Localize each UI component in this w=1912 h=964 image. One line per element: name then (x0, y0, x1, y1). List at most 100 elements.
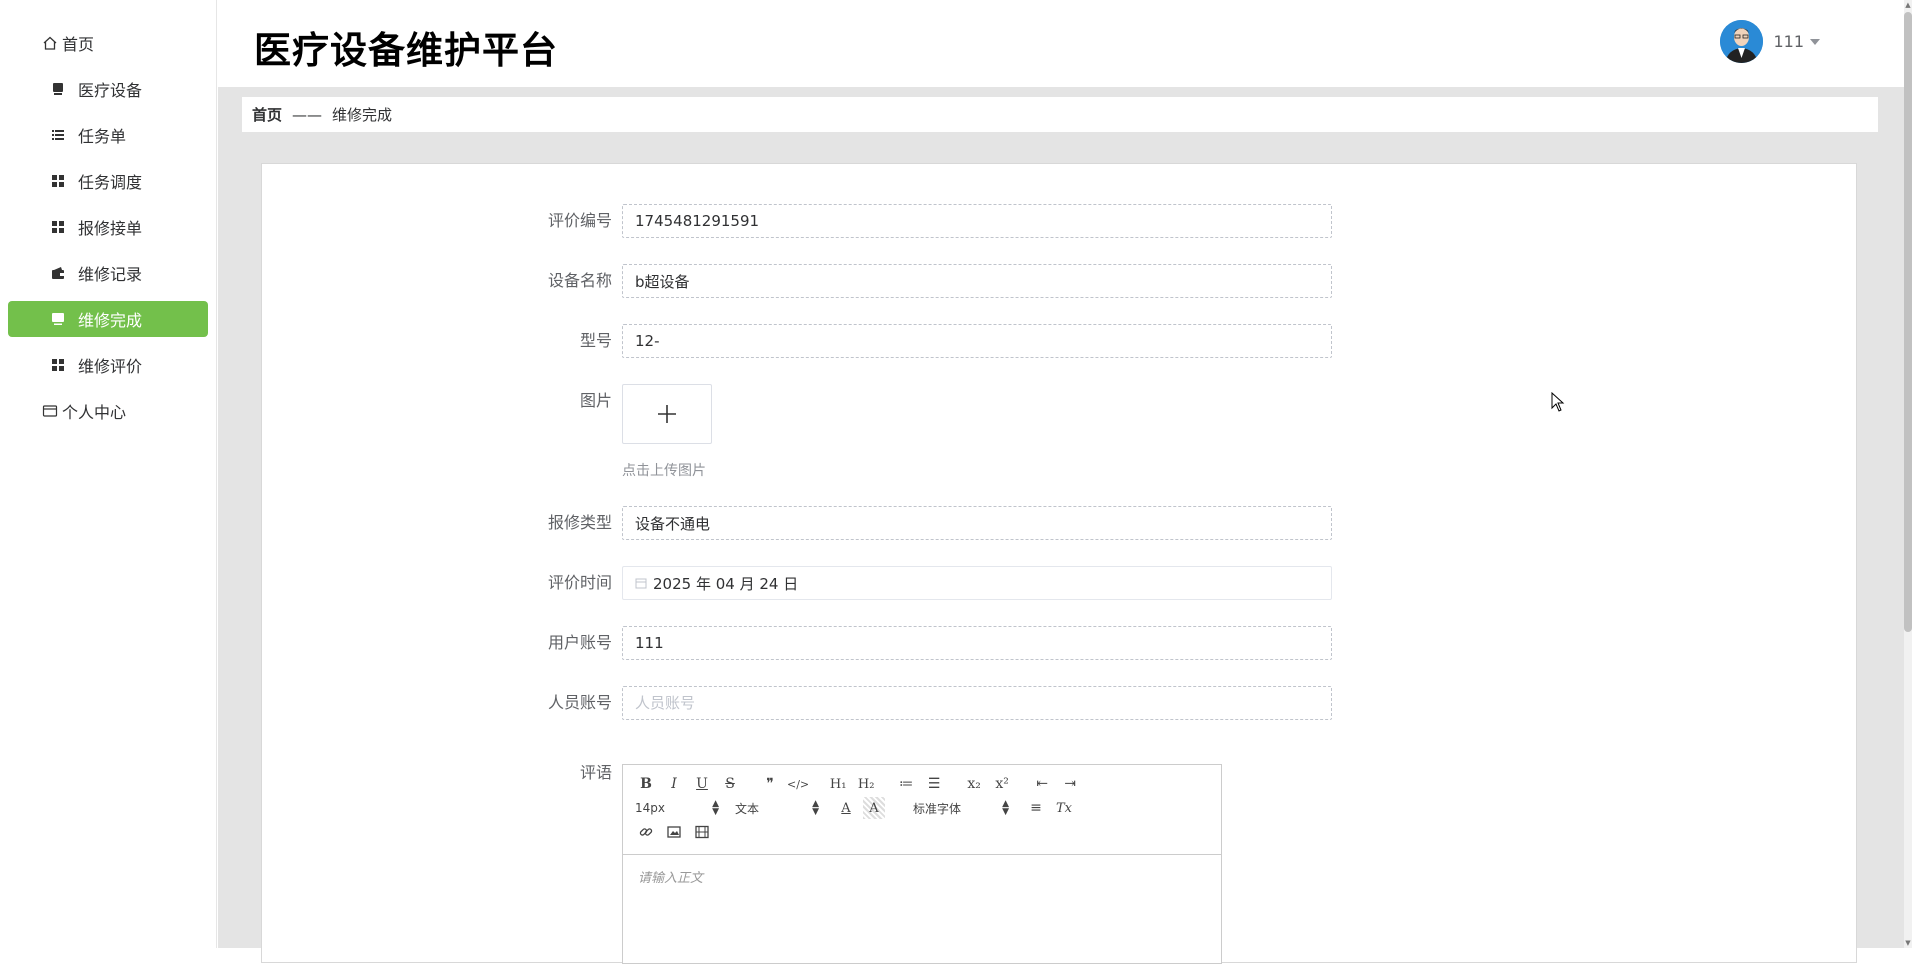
sidebar-item-label: 维修评价 (78, 357, 143, 376)
chevron-down-icon[interactable] (1810, 38, 1820, 45)
sidebar-item-dispatch[interactable]: 任务调度 (8, 163, 208, 199)
sidebar-item-label: 报修接单 (78, 219, 143, 238)
sidebar-item-label: 医疗设备 (78, 81, 143, 100)
underline-button[interactable]: U (691, 773, 713, 795)
image-upload-button[interactable] (622, 384, 712, 444)
h2-button[interactable]: H₂ (855, 773, 877, 795)
breadcrumb-separator: —— (292, 105, 323, 124)
outdent-button[interactable]: ⇤ (1031, 773, 1053, 795)
card-icon (42, 403, 58, 419)
superscript-button[interactable]: x² (991, 773, 1013, 795)
subscript-button[interactable]: x₂ (963, 773, 985, 795)
sidebar-item-label: 维修完成 (78, 311, 143, 330)
quote-button[interactable]: ❞ (759, 773, 781, 795)
sidebar-item-devices[interactable]: 医疗设备 (8, 71, 208, 107)
italic-button[interactable]: I (663, 773, 685, 795)
block-type-value: 文本 (735, 801, 760, 816)
ordered-list-button[interactable]: ≔ (895, 773, 917, 795)
align-button[interactable]: ≡ (1025, 797, 1047, 819)
user-name[interactable]: 111 (1773, 32, 1804, 51)
repair-type-label: 报修类型 (547, 513, 612, 532)
app-title: 医疗设备维护平台 (254, 29, 558, 72)
bullet-list-button[interactable]: ☰ (923, 773, 945, 795)
sidebar-item-label: 首页 (62, 35, 95, 54)
header: 医疗设备维护平台 111 (218, 0, 1912, 87)
image-label: 图片 (579, 391, 612, 410)
video-icon[interactable] (691, 821, 713, 843)
home-icon (42, 35, 58, 51)
sidebar-item-profile[interactable]: 个人中心 (8, 393, 208, 429)
grid-icon (50, 173, 66, 189)
editor-placeholder: 请输入正文 (638, 871, 704, 886)
breadcrumb: 首页 —— 维修完成 (242, 97, 1878, 132)
eval-time-value: 2025 年 04 月 24 日 (653, 574, 799, 593)
image-icon[interactable] (663, 821, 685, 843)
list-icon (50, 127, 66, 143)
eval-time-picker[interactable]: 2025 年 04 月 24 日 (622, 566, 1332, 600)
eval-no-label: 评价编号 (547, 211, 612, 230)
sidebar-item-orders[interactable]: 报修接单 (8, 209, 208, 245)
image-upload-hint: 点击上传图片 (622, 463, 706, 479)
sidebar-item-tasks[interactable]: 任务单 (8, 117, 208, 153)
editor-body[interactable]: 请输入正文 (623, 855, 1221, 898)
plus-icon (658, 405, 676, 423)
select-arrows-icon: ▲ ▼ (712, 799, 719, 817)
sidebar: 首页 医疗设备 任务单 任务调度 报修接单 维修记录 维修完成 维修评价 个人中… (0, 0, 217, 948)
block-type-select[interactable]: 文本 ▲ ▼ (735, 800, 819, 817)
sidebar-item-home[interactable]: 首页 (8, 25, 208, 61)
device-name-label: 设备名称 (547, 271, 612, 290)
model-label: 型号 (579, 331, 612, 350)
comment-label: 评语 (579, 763, 612, 782)
grid-icon (50, 357, 66, 373)
breadcrumb-home[interactable]: 首页 (252, 104, 282, 125)
code-button[interactable]: </> (787, 773, 809, 795)
strike-button[interactable]: S (719, 773, 741, 795)
model-input[interactable] (622, 324, 1332, 358)
bold-button[interactable]: B (635, 773, 657, 795)
breadcrumb-current: 维修完成 (332, 106, 393, 124)
scroll-up-icon[interactable]: ▲ (1904, 0, 1912, 10)
avatar[interactable] (1720, 20, 1764, 63)
clean-format-button[interactable]: Tx (1053, 797, 1075, 819)
indent-button[interactable]: ⇥ (1059, 773, 1081, 795)
user-account-input[interactable] (622, 626, 1332, 660)
grid-icon (50, 219, 66, 235)
h1-button[interactable]: H₁ (827, 773, 849, 795)
background-color-button[interactable]: A (863, 797, 885, 819)
font-family-select[interactable]: 标准字体 ▲ ▼ (913, 800, 1009, 817)
scroll-down-icon[interactable]: ▼ (1904, 938, 1912, 948)
sidebar-item-records[interactable]: 维修记录 (8, 255, 208, 291)
sidebar-item-label: 任务单 (78, 127, 127, 146)
device-icon (50, 81, 66, 97)
form-card: 评价编号 设备名称 型号 图片 点击上传图片 报修类型 评价时间 2025 年 … (261, 163, 1857, 964)
wallet-icon (50, 265, 66, 281)
staff-account-input[interactable] (622, 686, 1332, 720)
font-size-value: 14px (635, 801, 665, 815)
content-area: 首页 —— 维修完成 评价编号 设备名称 型号 图片 点击上传图片 报修类型 评… (218, 87, 1904, 964)
mouse-cursor-icon (1551, 391, 1565, 416)
eval-time-label: 评价时间 (547, 573, 612, 592)
sidebar-item-completed[interactable]: 维修完成 (8, 301, 208, 337)
editor-toolbar: B I U S ❞ </> H₁ H₂ ≔ ☰ x₂ x² ⇤ ⇥ 14px ▲… (623, 765, 1221, 855)
page-scrollbar[interactable]: ▲ ▼ (1904, 0, 1912, 948)
staff-account-label: 人员账号 (547, 693, 612, 712)
sidebar-item-evaluation[interactable]: 维修评价 (8, 347, 208, 383)
font-family-value: 标准字体 (913, 801, 962, 816)
user-menu[interactable]: 111 (1720, 20, 1820, 63)
sidebar-item-label: 任务调度 (78, 173, 143, 192)
select-arrows-icon: ▲ ▼ (1002, 799, 1009, 817)
calendar-icon (635, 578, 647, 589)
font-size-select[interactable]: 14px ▲ ▼ (635, 799, 719, 817)
select-arrows-icon: ▲ ▼ (812, 799, 819, 817)
user-account-label: 用户账号 (547, 633, 612, 652)
device-name-input[interactable] (622, 264, 1332, 298)
repair-type-input[interactable] (622, 506, 1332, 540)
eval-no-input[interactable] (622, 204, 1332, 238)
monitor-icon (50, 311, 66, 327)
sidebar-item-label: 个人中心 (62, 403, 127, 422)
scroll-thumb[interactable] (1904, 12, 1912, 632)
sidebar-item-label: 维修记录 (78, 265, 143, 284)
link-icon[interactable] (635, 821, 657, 843)
text-color-button[interactable]: A (835, 797, 857, 819)
rich-text-editor: B I U S ❞ </> H₁ H₂ ≔ ☰ x₂ x² ⇤ ⇥ 14px ▲… (622, 764, 1222, 964)
